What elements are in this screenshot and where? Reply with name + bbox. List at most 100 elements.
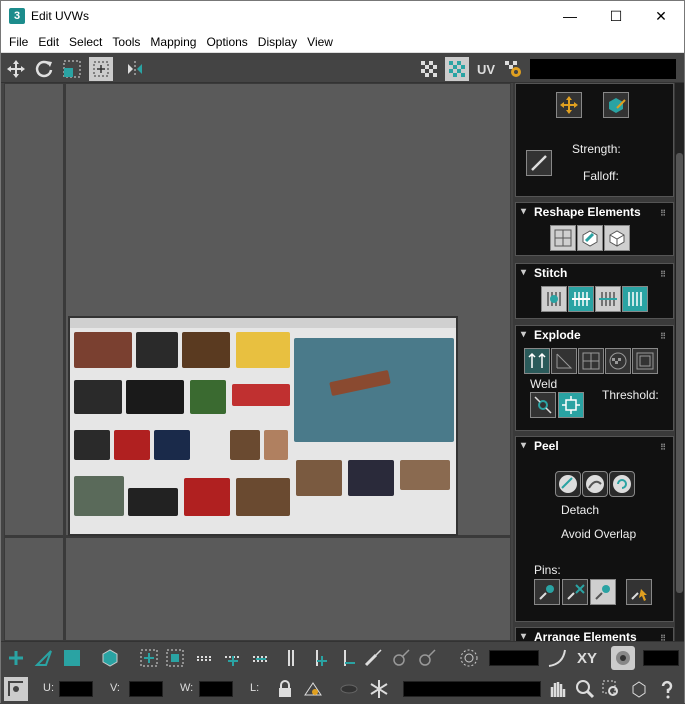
selection-toolbar: XY (1, 641, 684, 673)
peel-header[interactable]: Peel⠿ (516, 437, 673, 455)
shrink-loop-icon[interactable] (249, 646, 273, 670)
freeform-icon[interactable] (89, 57, 113, 81)
flatten-cube-icon[interactable] (604, 225, 630, 251)
vertex-mode-icon[interactable] (4, 646, 28, 670)
soft-select-limit-input[interactable] (643, 650, 679, 666)
grow-selection-icon[interactable] (137, 646, 161, 670)
detach-option[interactable]: Detach (561, 503, 599, 517)
reshape-elements-rollout: Reshape Elements⠿ (515, 202, 674, 256)
menu-view[interactable]: View (302, 35, 338, 49)
close-button[interactable]: ✕ (638, 1, 684, 31)
grow-ring-icon[interactable] (307, 646, 331, 670)
w-coordinate-input[interactable] (199, 681, 233, 697)
peel-mode-icon[interactable] (582, 471, 608, 497)
paint-select-icon[interactable] (361, 646, 385, 670)
scrollbar-thumb[interactable] (676, 153, 683, 593)
reshape-elements-title: Reshape Elements (534, 205, 641, 219)
pan-icon[interactable] (545, 677, 569, 701)
menu-options[interactable]: Options (201, 35, 252, 49)
loop-icon[interactable] (193, 646, 217, 670)
stitch-header[interactable]: Stitch⠿ (516, 264, 673, 282)
explode-to-islands-icon[interactable] (632, 348, 658, 374)
uv-editor-viewport[interactable] (4, 83, 511, 641)
help-icon[interactable] (655, 677, 679, 701)
weld-all-selected-icon[interactable] (558, 392, 584, 418)
unpin-selected-icon[interactable] (562, 579, 588, 605)
show-map-icon[interactable] (445, 57, 469, 81)
reset-peel-icon[interactable] (609, 471, 635, 497)
weld-selected-icon[interactable] (530, 392, 556, 418)
menu-bar: File Edit Select Tools Mapping Options D… (1, 31, 684, 53)
mirror-icon[interactable] (123, 57, 147, 81)
menu-file[interactable]: File (4, 35, 33, 49)
reshape-elements-header[interactable]: Reshape Elements⠿ (516, 203, 673, 221)
uv-label[interactable]: UV (473, 57, 499, 81)
filter-field[interactable] (403, 681, 541, 697)
zoom-extents-icon[interactable] (627, 677, 651, 701)
menu-display[interactable]: Display (253, 35, 302, 49)
paint-move-icon[interactable] (556, 92, 582, 118)
polygon-mode-icon[interactable] (60, 646, 84, 670)
element-mode-icon[interactable] (98, 646, 122, 670)
menu-edit[interactable]: Edit (33, 35, 64, 49)
menu-tools[interactable]: Tools (107, 35, 145, 49)
hide-icon[interactable] (301, 677, 325, 701)
falloff-curve-icon[interactable] (545, 646, 569, 670)
main-toolbar: UV (1, 53, 684, 83)
texture-dropdown[interactable] (530, 59, 676, 79)
minimize-button[interactable]: — (547, 1, 593, 31)
zoom-icon[interactable] (573, 677, 597, 701)
move-icon[interactable] (4, 57, 28, 81)
paint-grow-icon[interactable] (389, 646, 413, 670)
stitch-custom-icon[interactable] (541, 286, 567, 312)
explode-by-material-icon[interactable] (578, 348, 604, 374)
uv-settings-icon[interactable] (501, 57, 525, 81)
select-pins-icon[interactable] (626, 579, 652, 605)
straighten-icon[interactable] (550, 225, 576, 251)
avoid-overlap-option[interactable]: Avoid Overlap (561, 527, 636, 541)
shrink-selection-icon[interactable] (163, 646, 187, 670)
edit-uvws-window: 3 Edit UVWs — ☐ ✕ File Edit Select Tools… (0, 0, 685, 704)
zoom-region-icon[interactable] (599, 677, 623, 701)
xy-space-label[interactable]: XY (573, 646, 601, 670)
pin-selected-icon[interactable] (534, 579, 560, 605)
absolute-mode-icon[interactable] (4, 677, 28, 701)
checker-icon[interactable] (417, 57, 441, 81)
soft-selection-icon[interactable] (457, 646, 481, 670)
arrange-elements-title: Arrange Elements (534, 630, 637, 641)
paint-relax-icon[interactable] (603, 92, 629, 118)
edge-mode-icon[interactable] (32, 646, 56, 670)
command-panel-scrollbar[interactable] (675, 83, 684, 641)
stitch-to-source-icon[interactable] (568, 286, 594, 312)
menu-select[interactable]: Select (64, 35, 107, 49)
maximize-button[interactable]: ☐ (593, 1, 639, 31)
stitch-to-average-icon[interactable] (595, 286, 621, 312)
auto-pin-icon[interactable] (590, 579, 616, 605)
pinch-brush-icon[interactable] (526, 150, 552, 176)
strength-label: Strength: (572, 142, 621, 156)
ring-icon[interactable] (279, 646, 303, 670)
scale-icon[interactable] (60, 57, 84, 81)
arrange-elements-header[interactable]: Arrange Elements⠿ (516, 628, 673, 641)
falloff-type-icon[interactable] (611, 646, 635, 670)
v-coordinate-input[interactable] (129, 681, 163, 697)
explode-by-angle-icon[interactable] (551, 348, 577, 374)
quick-peel-icon[interactable] (555, 471, 581, 497)
u-coordinate-input[interactable] (59, 681, 93, 697)
rotate-icon[interactable] (32, 57, 56, 81)
freeze-icon[interactable] (367, 677, 391, 701)
grow-loop-icon[interactable] (221, 646, 245, 670)
falloff-input[interactable] (489, 650, 539, 666)
shrink-ring-icon[interactable] (335, 646, 359, 670)
unhide-icon[interactable] (337, 677, 361, 701)
explode-header[interactable]: Explode⠿ (516, 326, 673, 344)
stitch-to-target-icon[interactable] (622, 286, 648, 312)
relax-icon[interactable] (577, 225, 603, 251)
lock-icon[interactable] (273, 677, 297, 701)
explode-by-smoothing-icon[interactable] (605, 348, 631, 374)
menu-mapping[interactable]: Mapping (145, 35, 201, 49)
break-icon[interactable] (524, 348, 550, 374)
paint-shrink-icon[interactable] (415, 646, 439, 670)
w-label: W: (180, 682, 194, 694)
peel-rollout: Peel⠿ Detach Avoid Overlap Pins: (515, 436, 674, 622)
